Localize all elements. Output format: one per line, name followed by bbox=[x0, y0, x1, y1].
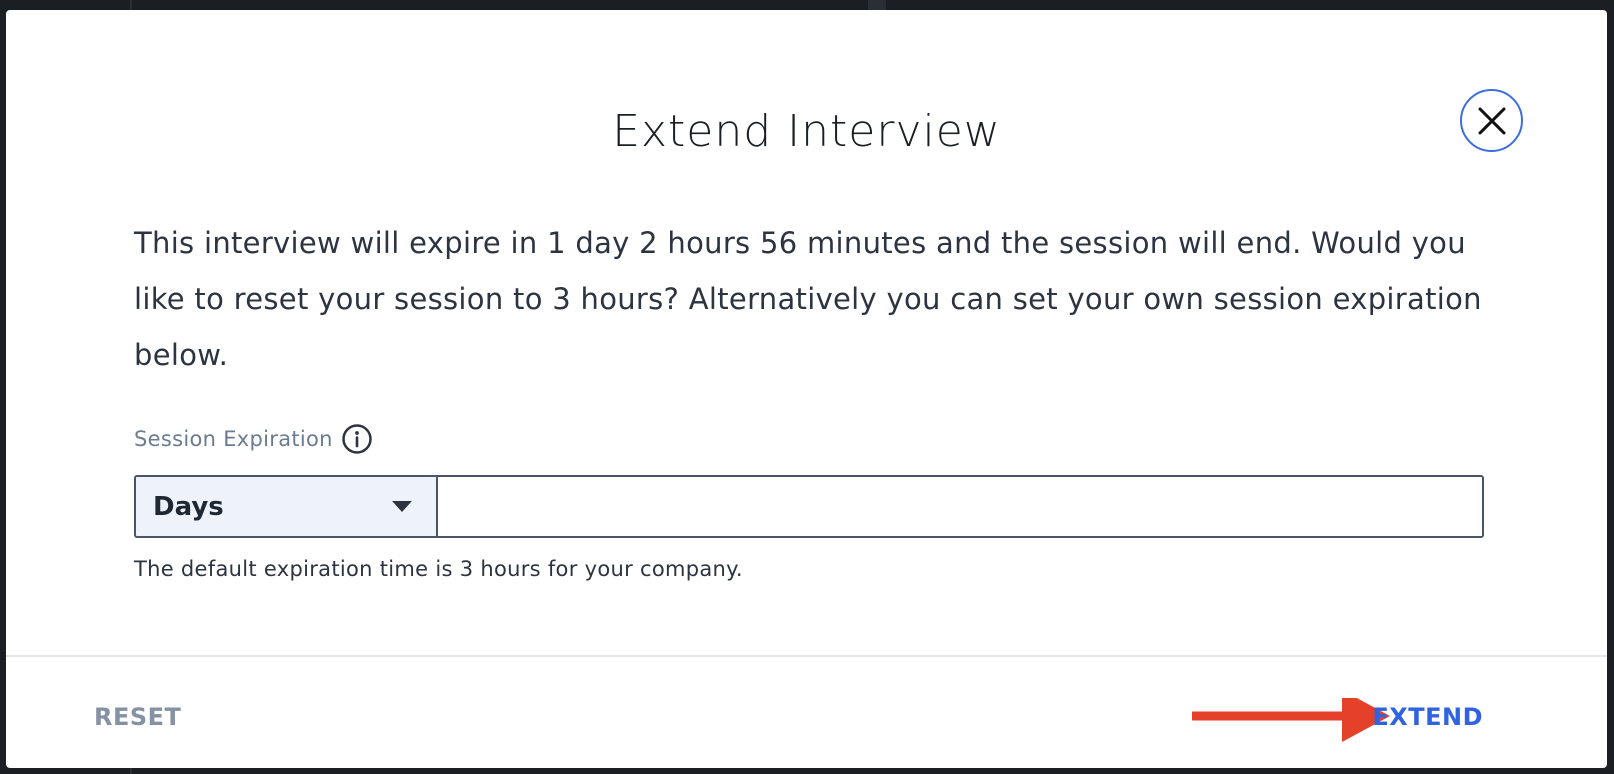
close-icon bbox=[1478, 107, 1505, 134]
background-scroll-segment bbox=[868, 0, 886, 10]
session-expiration-input-group: Days bbox=[134, 475, 1484, 538]
session-expiration-label-row: Session Expiration bbox=[134, 422, 373, 456]
footer-divider bbox=[6, 655, 1607, 657]
modal-title: Extend Interview bbox=[612, 106, 1001, 157]
expiry-message: This interview will expire in 1 day 2 ho… bbox=[134, 226, 1482, 372]
default-expiration-helper-text: The default expiration time is 3 hours f… bbox=[134, 557, 743, 581]
close-button[interactable] bbox=[1460, 89, 1523, 152]
chevron-down-icon bbox=[392, 501, 412, 512]
info-icon[interactable] bbox=[341, 423, 373, 455]
extend-button[interactable]: EXTEND bbox=[1372, 703, 1483, 731]
reset-button[interactable]: RESET bbox=[94, 703, 181, 731]
unit-select[interactable]: Days bbox=[136, 477, 438, 536]
expiration-value-input[interactable] bbox=[438, 477, 1482, 536]
session-expiration-label: Session Expiration bbox=[134, 427, 333, 451]
extend-interview-modal: Extend Interview This interview will exp… bbox=[6, 10, 1607, 768]
arrow-right-icon bbox=[1192, 698, 1390, 742]
unit-select-value: Days bbox=[153, 491, 224, 522]
